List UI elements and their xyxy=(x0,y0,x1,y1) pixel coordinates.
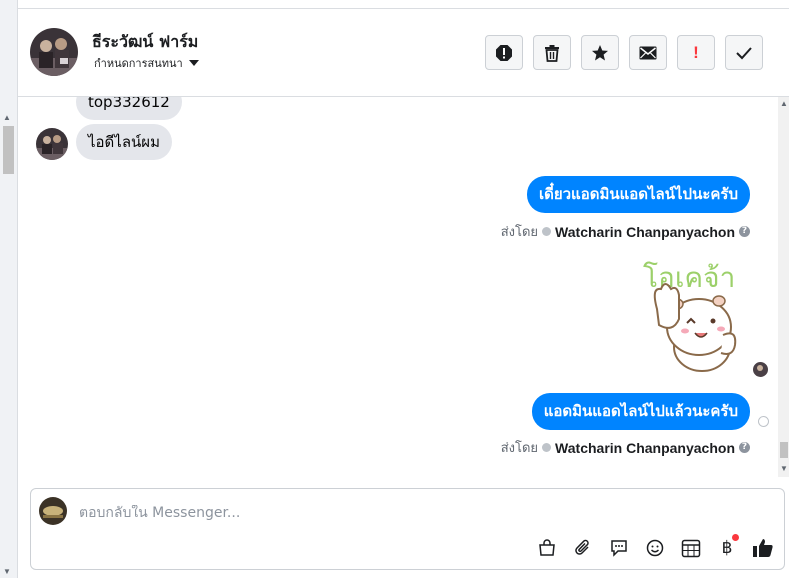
mark-done-button[interactable] xyxy=(725,35,763,70)
customer-avatar[interactable] xyxy=(36,128,68,160)
scroll-down-arrow-icon[interactable]: ▼ xyxy=(780,464,788,473)
saved-reply-icon[interactable] xyxy=(607,536,631,560)
emoji-icon[interactable] xyxy=(643,536,667,560)
alert-octagon-icon xyxy=(496,44,512,61)
incoming-message: ไอดีไลน์ผม xyxy=(76,124,172,160)
seen-by-avatar xyxy=(753,362,768,377)
message-thread[interactable]: top332612 ไอดีไลน์ผม เดี๋ยวแอดมินแอดไลน์… xyxy=(18,97,778,477)
sent-by-label: ส่งโดย xyxy=(500,225,539,240)
sticker-okay-bear: โอเคจ้า xyxy=(635,249,747,373)
help-icon[interactable]: ? xyxy=(739,442,750,453)
scroll-up-arrow-icon[interactable]: ▲ xyxy=(780,99,788,108)
reply-input[interactable] xyxy=(79,505,519,521)
page-badge-icon xyxy=(542,443,552,452)
page-title: ธีระวัฒน์ ฟาร์ม xyxy=(92,32,199,51)
outgoing-message: เดี๋ยวแอดมินแอดไลน์ไปนะครับ xyxy=(526,176,750,213)
sent-by-row: ส่งโดย Watcharin Chanpanyachon ? xyxy=(501,437,750,458)
exclamation-icon: ! xyxy=(693,42,699,62)
messenger-inbox: ▲ ▼ ธีระวัฒน์ ฟาร์ม กำหนดการสนทนา ! top3… xyxy=(0,0,789,578)
page-avatar xyxy=(39,497,67,525)
assign-label: กำหนดการสนทนา xyxy=(94,57,183,70)
scroll-down-arrow-icon[interactable]: ▼ xyxy=(3,567,11,576)
star-icon xyxy=(592,44,608,60)
shop-icon[interactable] xyxy=(535,536,559,560)
payment-icon[interactable]: ฿ xyxy=(715,534,739,560)
like-icon[interactable] xyxy=(751,536,775,560)
delivered-check-icon xyxy=(758,416,769,427)
help-icon[interactable]: ? xyxy=(739,226,750,237)
page-badge-icon xyxy=(542,227,552,236)
spam-report-button[interactable] xyxy=(485,35,523,70)
scroll-up-arrow-icon[interactable]: ▲ xyxy=(3,113,11,122)
mark-important-button[interactable]: ! xyxy=(677,35,715,70)
notification-dot xyxy=(732,534,739,541)
trash-icon xyxy=(545,44,559,62)
envelope-icon xyxy=(639,46,657,59)
outgoing-message: แอดมินแอดไลน์ไปแล้วนะครับ xyxy=(531,393,750,430)
left-scrollbar[interactable]: ▲ ▼ xyxy=(0,0,18,578)
thread-scrollbar[interactable]: ▲ ▼ xyxy=(778,97,789,477)
baht-icon: ฿ xyxy=(721,538,733,558)
conversation-header: ธีระวัฒน์ ฟาร์ม กำหนดการสนทนา ! xyxy=(18,8,789,97)
sender-name[interactable]: Watcharin Chanpanyachon xyxy=(555,440,735,456)
sent-by-row: ส่งโดย Watcharin Chanpanyachon ? xyxy=(501,221,750,242)
mark-unread-button[interactable] xyxy=(629,35,667,70)
delete-button[interactable] xyxy=(533,35,571,70)
scroll-thumb[interactable] xyxy=(3,126,14,174)
attachment-icon[interactable] xyxy=(571,536,595,560)
appointment-icon[interactable] xyxy=(679,536,703,560)
star-button[interactable] xyxy=(581,35,619,70)
composer-tools: ฿ xyxy=(535,534,775,560)
assign-conversation-dropdown[interactable]: กำหนดการสนทนา xyxy=(94,54,199,72)
sent-by-label: ส่งโดย xyxy=(500,441,539,456)
incoming-message: top332612 xyxy=(76,97,182,120)
reply-composer: ฿ xyxy=(30,488,785,570)
checkmark-icon xyxy=(736,46,752,59)
scroll-thumb[interactable] xyxy=(780,442,788,458)
header-actions: ! xyxy=(485,35,763,70)
sender-name[interactable]: Watcharin Chanpanyachon xyxy=(555,224,735,240)
chevron-down-icon xyxy=(188,60,199,66)
contact-avatar[interactable] xyxy=(30,28,78,76)
